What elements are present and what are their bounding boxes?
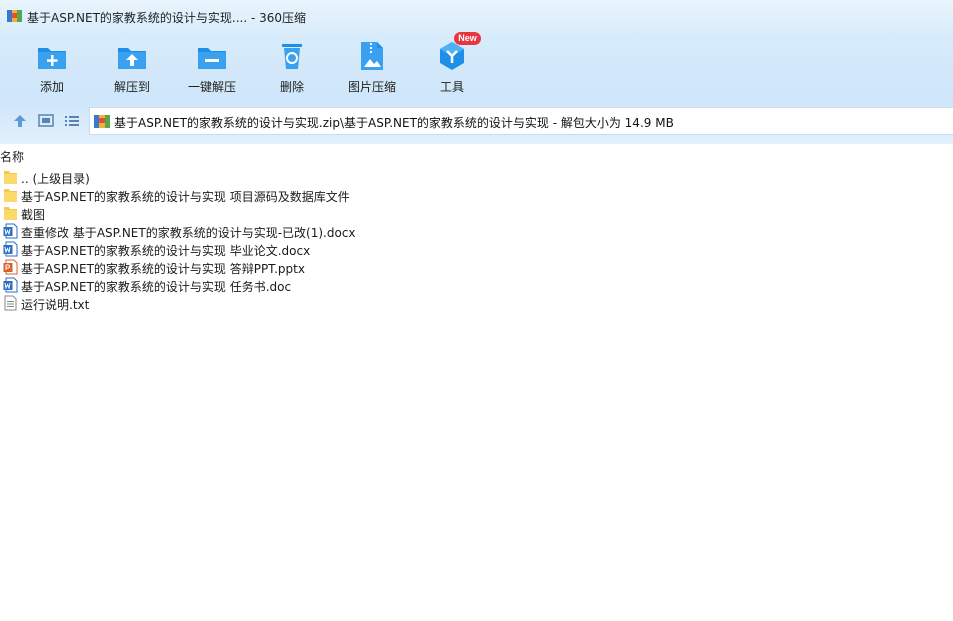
address-bar[interactable]: 基于ASP.NET的家教系统的设计与实现.zip\基于ASP.NET的家教系统的… <box>89 107 953 135</box>
one-click-extract-label: 一键解压 <box>187 80 236 94</box>
file-name: 基于ASP.NET的家教系统的设计与实现 任务书.doc <box>21 280 292 294</box>
add-button[interactable]: 添加 <box>12 38 92 98</box>
extract-to-icon <box>118 48 146 69</box>
window-title: 基于ASP.NET的家教系统的设计与实现.... - 360压缩 <box>27 11 307 25</box>
file-name: .. (上级目录) <box>21 172 90 186</box>
list-view-icon[interactable] <box>62 112 82 130</box>
folder-icon <box>4 189 17 202</box>
word-document-icon <box>3 277 18 293</box>
list-item[interactable]: 基于ASP.NET的家教系统的设计与实现 毕业论文.docx <box>0 240 953 258</box>
file-name: 基于ASP.NET的家教系统的设计与实现 毕业论文.docx <box>21 244 311 258</box>
toolbar: 添加 解压到 一键解压 删除 图片压缩 工具 <box>0 38 953 98</box>
window-chrome: 基于ASP.NET的家教系统的设计与实现.... - 360压缩 添加 解压到 <box>0 0 953 144</box>
new-badge: New <box>454 32 481 45</box>
file-name: 截图 <box>21 208 46 222</box>
add-icon <box>38 48 66 69</box>
name-column-header[interactable]: 名称 <box>0 148 24 165</box>
add-label: 添加 <box>39 80 64 94</box>
powerpoint-icon <box>3 259 18 275</box>
up-arrow-icon[interactable] <box>10 112 30 130</box>
delete-button[interactable]: 删除 <box>252 38 332 98</box>
extract-to-button[interactable]: 解压到 <box>92 38 172 98</box>
image-compress-label: 图片压缩 <box>347 80 396 94</box>
file-name: 运行说明.txt <box>21 298 90 312</box>
text-file-icon <box>4 295 17 311</box>
extract-to-label: 解压到 <box>113 80 150 94</box>
word-document-icon <box>3 241 18 257</box>
one-click-extract-button[interactable]: 一键解压 <box>172 38 252 98</box>
file-name: 查重修改 基于ASP.NET的家教系统的设计与实现-已改(1).docx <box>21 226 356 240</box>
list-item[interactable]: 运行说明.txt <box>0 294 953 312</box>
list-item[interactable]: 查重修改 基于ASP.NET的家教系统的设计与实现-已改(1).docx <box>0 222 953 240</box>
folder-icon <box>4 207 17 220</box>
file-name: 基于ASP.NET的家教系统的设计与实现 项目源码及数据库文件 <box>21 190 350 204</box>
archive-app-icon <box>7 10 22 22</box>
list-item[interactable]: 基于ASP.NET的家教系统的设计与实现 任务书.doc <box>0 276 953 294</box>
list-item[interactable]: 截图 <box>0 204 953 222</box>
file-list: .. (上级目录) 基于ASP.NET的家教系统的设计与实现 项目源码及数据库文… <box>0 168 953 312</box>
address-path: 基于ASP.NET的家教系统的设计与实现.zip\基于ASP.NET的家教系统的… <box>114 116 674 130</box>
image-compress-button[interactable]: 图片压缩 <box>332 38 412 98</box>
folder-icon <box>4 171 17 184</box>
list-item[interactable]: 基于ASP.NET的家教系统的设计与实现 项目源码及数据库文件 <box>0 186 953 204</box>
delete-label: 删除 <box>279 80 304 94</box>
tools-button[interactable]: 工具 <box>412 38 492 98</box>
title-bar: 基于ASP.NET的家教系统的设计与实现.... - 360压缩 <box>0 0 953 32</box>
tools-label: 工具 <box>439 80 464 94</box>
list-item[interactable]: 基于ASP.NET的家教系统的设计与实现 答辩PPT.pptx <box>0 258 953 276</box>
image-compress-icon <box>361 42 383 70</box>
file-name: 基于ASP.NET的家教系统的设计与实现 答辩PPT.pptx <box>21 262 305 276</box>
thumbnail-view-icon[interactable] <box>36 112 56 130</box>
word-document-icon <box>3 223 18 239</box>
delete-icon <box>282 44 302 69</box>
one-click-extract-icon <box>198 48 226 69</box>
archive-icon <box>94 115 110 128</box>
navigation-bar: 基于ASP.NET的家教系统的设计与实现.zip\基于ASP.NET的家教系统的… <box>0 106 953 138</box>
list-item[interactable]: .. (上级目录) <box>0 168 953 186</box>
